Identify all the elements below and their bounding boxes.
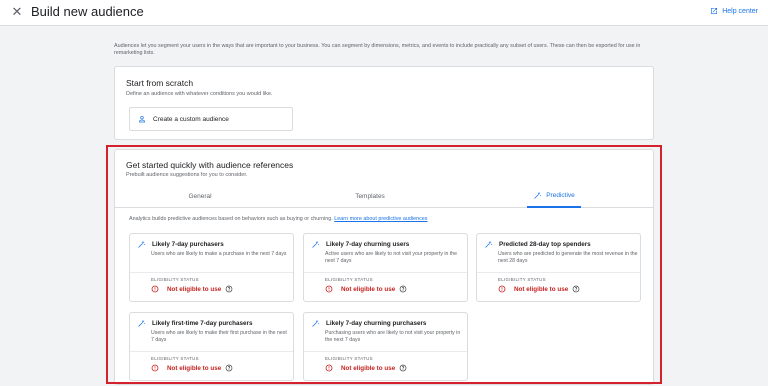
eligibility-status-value: Not eligible to use <box>341 364 396 372</box>
error-icon <box>151 285 159 293</box>
audience-card-title: Likely 7-day churning users <box>326 241 410 248</box>
eligibility-status-value: Not eligible to use <box>167 285 222 293</box>
audience-card-header: Likely first-time 7-day purchasers <box>137 319 252 328</box>
references-subtitle: Prebuilt audience suggestions for you to… <box>126 172 248 178</box>
help-center-link[interactable]: Help center <box>710 7 758 15</box>
tab-general-label: General <box>188 192 212 200</box>
audience-card-description: Users who are likely to make a purchase … <box>151 251 287 257</box>
tab-templates[interactable]: Templates <box>315 184 425 208</box>
eligibility-status: Not eligible to use <box>151 285 233 293</box>
audience-card[interactable]: Likely 7-day purchasers Users who are li… <box>129 233 294 302</box>
audience-card-header: Likely 7-day purchasers <box>137 240 224 249</box>
audience-card-header: Likely 7-day churning purchasers <box>311 319 426 328</box>
audience-card-description: Active users who are likely to not visit… <box>325 251 458 265</box>
eligibility-status-label: ELIGIBILITY STATUS <box>498 277 546 282</box>
help-icon[interactable] <box>399 285 407 293</box>
page-title: Build new audience <box>31 4 144 19</box>
eligibility-status: Not eligible to use <box>151 364 233 372</box>
reference-tabs: General Templates Predictive <box>115 184 653 208</box>
audience-card-description: Users who are predicted to generate the … <box>498 251 638 265</box>
audience-card-title: Likely 7-day purchasers <box>152 241 224 248</box>
intro-text: Audiences let you segment your users in … <box>114 43 641 57</box>
eligibility-status-label: ELIGIBILITY STATUS <box>325 277 373 282</box>
eligibility-status: Not eligible to use <box>498 285 580 293</box>
audience-card[interactable]: Likely first-time 7-day purchasers Users… <box>129 312 294 381</box>
magic-wand-icon <box>138 319 146 327</box>
audience-card-title: Likely 7-day churning purchasers <box>326 320 427 327</box>
audience-card-header: Predicted 28-day top spenders <box>484 240 591 249</box>
audience-card[interactable]: Predicted 28-day top spenders Users who … <box>476 233 641 302</box>
audience-card[interactable]: Likely 7-day churning users Active users… <box>303 233 468 302</box>
help-center-label: Help center <box>722 7 758 15</box>
audience-card-header: Likely 7-day churning users <box>311 240 409 249</box>
predictive-description-text: Analytics builds predictive audiences ba… <box>129 216 333 222</box>
eligibility-status-value: Not eligible to use <box>341 285 396 293</box>
error-icon <box>498 285 506 293</box>
eligibility-status-label: ELIGIBILITY STATUS <box>151 277 199 282</box>
eligibility-status-label: ELIGIBILITY STATUS <box>151 356 199 361</box>
create-custom-audience-label: Create a custom audience <box>153 115 229 123</box>
error-icon <box>325 364 333 372</box>
divider <box>304 351 467 352</box>
help-icon[interactable] <box>399 364 407 372</box>
eligibility-status-value: Not eligible to use <box>514 285 569 293</box>
top-bar: ✕ Build new audience Help center <box>0 0 768 26</box>
scratch-title: Start from scratch <box>126 78 194 88</box>
eligibility-status: Not eligible to use <box>325 285 407 293</box>
divider <box>130 351 293 352</box>
magic-wand-icon <box>138 240 146 248</box>
magic-wand-icon <box>312 240 320 248</box>
close-icon[interactable]: ✕ <box>10 5 24 19</box>
error-icon <box>151 364 159 372</box>
divider <box>304 272 467 273</box>
divider <box>477 272 640 273</box>
audience-card-title: Predicted 28-day top spenders <box>499 241 591 248</box>
magic-wand-icon <box>534 191 542 199</box>
start-from-scratch-card: Start from scratch Define an audience wi… <box>114 66 654 140</box>
tab-predictive[interactable]: Predictive <box>527 184 581 208</box>
tab-predictive-label: Predictive <box>546 191 575 199</box>
person-icon <box>139 115 145 123</box>
help-icon[interactable] <box>225 285 233 293</box>
divider <box>130 272 293 273</box>
create-custom-audience-button[interactable]: Create a custom audience <box>129 107 293 131</box>
audience-card[interactable]: Likely 7-day churning purchasers Purchas… <box>303 312 468 381</box>
tab-general[interactable]: General <box>145 184 255 208</box>
help-icon[interactable] <box>572 285 580 293</box>
scratch-subtitle: Define an audience with whatever conditi… <box>126 91 273 97</box>
predictive-description: Analytics builds predictive audiences ba… <box>129 216 427 222</box>
magic-wand-icon <box>485 240 493 248</box>
eligibility-status-value: Not eligible to use <box>167 364 222 372</box>
eligibility-status: Not eligible to use <box>325 364 407 372</box>
error-icon <box>325 285 333 293</box>
audience-card-description: Users who are likely to make their first… <box>151 330 287 344</box>
help-icon[interactable] <box>225 364 233 372</box>
audience-references-card: Get started quickly with audience refere… <box>114 149 654 385</box>
tab-templates-label: Templates <box>355 192 385 200</box>
references-title: Get started quickly with audience refere… <box>126 160 294 170</box>
learn-more-link[interactable]: Learn more about predictive audiences <box>334 216 427 222</box>
audience-card-description: Purchasing users who are likely to not v… <box>325 330 461 344</box>
open-in-new-icon <box>711 8 718 14</box>
audience-card-title: Likely first-time 7-day purchasers <box>152 320 253 327</box>
eligibility-status-label: ELIGIBILITY STATUS <box>325 356 373 361</box>
magic-wand-icon <box>312 319 320 327</box>
